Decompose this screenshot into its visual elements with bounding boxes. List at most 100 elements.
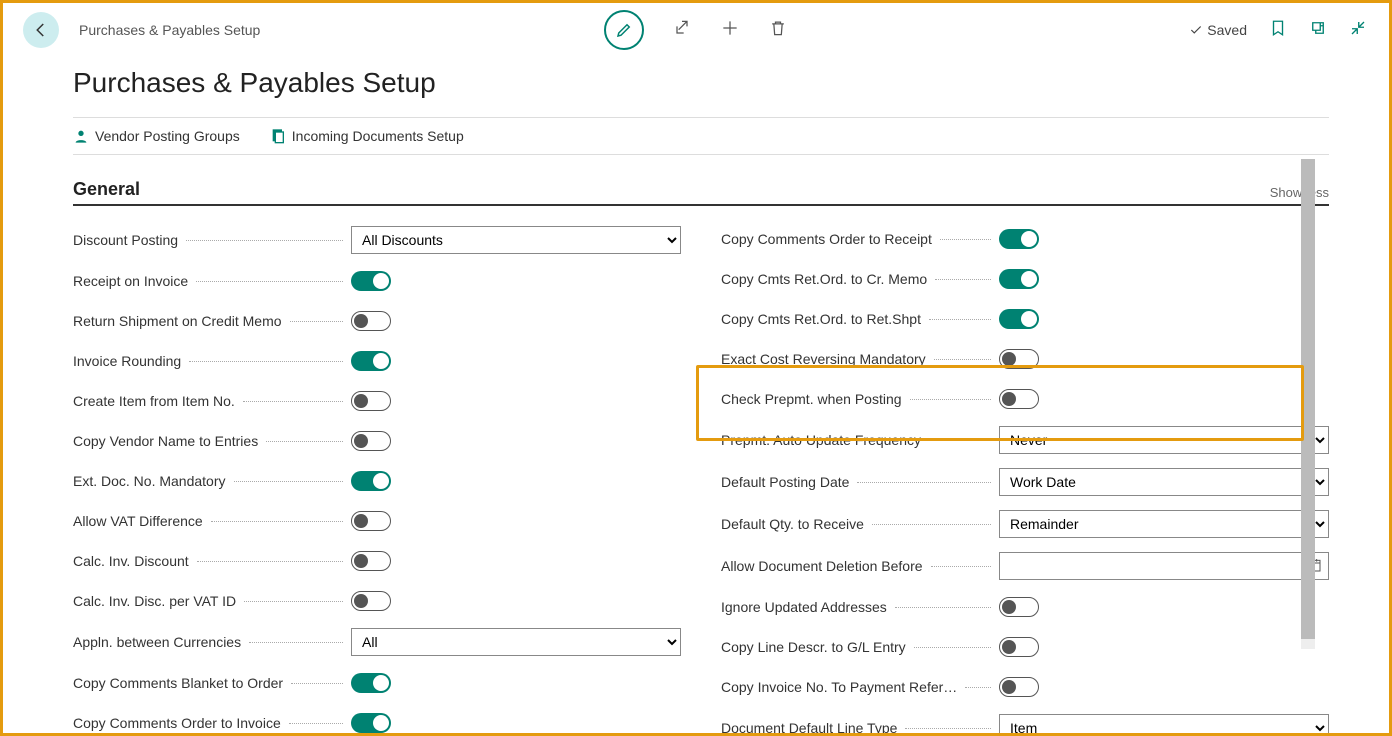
field-label: Allow Document Deletion Before — [721, 558, 923, 574]
copy-comments-blanket-toggle[interactable] — [351, 673, 391, 693]
field-appln-currencies: Appln. between Currencies All — [73, 628, 681, 656]
page-title: Purchases & Payables Setup — [73, 67, 1329, 99]
edit-button[interactable] — [604, 10, 644, 50]
create-item-from-no-toggle[interactable] — [351, 391, 391, 411]
field-label: Allow VAT Difference — [73, 513, 203, 529]
default-qty-receive-select[interactable]: Remainder — [999, 510, 1329, 538]
scrollbar-thumb[interactable] — [1301, 159, 1315, 639]
right-actions: Saved — [1189, 19, 1367, 42]
share-icon[interactable] — [672, 18, 692, 43]
dots — [965, 687, 991, 688]
back-button[interactable] — [23, 12, 59, 48]
dots — [291, 683, 343, 684]
allow-vat-diff-toggle[interactable] — [351, 511, 391, 531]
dots — [905, 728, 991, 729]
dots — [935, 279, 991, 280]
dots — [244, 601, 343, 602]
saved-status-text: Saved — [1207, 22, 1247, 38]
copy-invoice-no-toggle[interactable] — [999, 677, 1039, 697]
field-label: Exact Cost Reversing Mandatory — [721, 351, 926, 367]
field-calc-inv-disc-vat: Calc. Inv. Disc. per VAT ID — [73, 588, 681, 614]
field-receipt-on-invoice: Receipt on Invoice — [73, 268, 681, 294]
field-label: Ext. Doc. No. Mandatory — [73, 473, 226, 489]
dots — [197, 561, 343, 562]
delete-icon[interactable] — [768, 18, 788, 43]
field-label: Invoice Rounding — [73, 353, 181, 369]
field-label: Calc. Inv. Disc. per VAT ID — [73, 593, 236, 609]
collapse-icon[interactable] — [1349, 19, 1367, 42]
action-links-row: Vendor Posting Groups Incoming Documents… — [73, 117, 1329, 155]
link-label: Incoming Documents Setup — [292, 128, 464, 144]
add-icon[interactable] — [720, 18, 740, 43]
incoming-docs-setup-link[interactable]: Incoming Documents Setup — [270, 128, 464, 144]
dots — [910, 399, 991, 400]
field-invoice-rounding: Invoice Rounding — [73, 348, 681, 374]
default-posting-date-select[interactable]: Work Date — [999, 468, 1329, 496]
dots — [929, 440, 991, 441]
receipt-on-invoice-toggle[interactable] — [351, 271, 391, 291]
dots — [289, 723, 343, 724]
field-label: Copy Comments Order to Invoice — [73, 715, 281, 731]
ignore-updated-addr-toggle[interactable] — [999, 597, 1039, 617]
link-label: Vendor Posting Groups — [95, 128, 240, 144]
field-label: Copy Cmts Ret.Ord. to Ret.Shpt — [721, 311, 921, 327]
content-area: Purchases & Payables Setup Vendor Postin… — [3, 57, 1389, 733]
check-prepmt-toggle[interactable] — [999, 389, 1039, 409]
section-title: General — [73, 179, 140, 200]
field-check-prepmt: Check Prepmt. when Posting — [721, 386, 1329, 412]
appln-currencies-select[interactable]: All — [351, 628, 681, 656]
popout-icon[interactable] — [1309, 19, 1327, 42]
copy-comments-order-invoice-toggle[interactable] — [351, 713, 391, 733]
discount-posting-select[interactable]: All Discounts — [351, 226, 681, 254]
bookmark-icon[interactable] — [1269, 19, 1287, 42]
copy-cmts-ret-credit-toggle[interactable] — [999, 269, 1039, 289]
doc-default-line-type-select[interactable]: Item — [999, 714, 1329, 733]
dots — [186, 240, 343, 241]
prepmt-auto-update-select[interactable]: Never — [999, 426, 1329, 454]
dots — [290, 321, 343, 322]
field-copy-invoice-no: Copy Invoice No. To Payment Refer… — [721, 674, 1329, 700]
field-prepmt-auto-update: Prepmt. Auto Update Frequency Never — [721, 426, 1329, 454]
invoice-rounding-toggle[interactable] — [351, 351, 391, 371]
field-label: Prepmt. Auto Update Frequency — [721, 432, 921, 448]
field-copy-vendor-name: Copy Vendor Name to Entries — [73, 428, 681, 454]
field-calc-inv-discount: Calc. Inv. Discount — [73, 548, 681, 574]
field-label: Copy Line Descr. to G/L Entry — [721, 639, 906, 655]
scrollbar[interactable] — [1301, 159, 1315, 649]
allow-doc-deletion-input[interactable] — [999, 552, 1329, 580]
field-label: Copy Invoice No. To Payment Refer… — [721, 679, 957, 695]
field-label: Calc. Inv. Discount — [73, 553, 189, 569]
center-actions — [604, 10, 788, 50]
field-discount-posting: Discount Posting All Discounts — [73, 226, 681, 254]
calc-inv-discount-toggle[interactable] — [351, 551, 391, 571]
calc-inv-disc-vat-toggle[interactable] — [351, 591, 391, 611]
show-less-link[interactable]: Show less — [1270, 185, 1329, 200]
field-label: Copy Cmts Ret.Ord. to Cr. Memo — [721, 271, 927, 287]
field-label: Check Prepmt. when Posting — [721, 391, 902, 407]
return-shipment-credit-toggle[interactable] — [351, 311, 391, 331]
copy-cmts-ret-shpt-toggle[interactable] — [999, 309, 1039, 329]
copy-comments-order-receipt-toggle[interactable] — [999, 229, 1039, 249]
right-column: Copy Comments Order to Receipt Copy Cmts… — [721, 226, 1329, 733]
field-copy-comments-order-receipt: Copy Comments Order to Receipt — [721, 226, 1329, 252]
dots — [243, 401, 343, 402]
field-label: Copy Comments Order to Receipt — [721, 231, 932, 247]
breadcrumb: Purchases & Payables Setup — [79, 22, 260, 38]
dots — [234, 481, 343, 482]
field-copy-comments-blanket: Copy Comments Blanket to Order — [73, 670, 681, 696]
dots — [189, 361, 343, 362]
dots — [872, 524, 991, 525]
field-label: Return Shipment on Credit Memo — [73, 313, 282, 329]
field-ignore-updated-addr: Ignore Updated Addresses — [721, 594, 1329, 620]
ext-doc-no-toggle[interactable] — [351, 471, 391, 491]
field-label: Copy Comments Blanket to Order — [73, 675, 283, 691]
dots — [266, 441, 343, 442]
copy-vendor-name-toggle[interactable] — [351, 431, 391, 451]
dots — [249, 642, 343, 643]
vendor-posting-groups-link[interactable]: Vendor Posting Groups — [73, 128, 240, 144]
field-label: Create Item from Item No. — [73, 393, 235, 409]
field-label: Default Posting Date — [721, 474, 849, 490]
dots — [211, 521, 343, 522]
exact-cost-reversing-toggle[interactable] — [999, 349, 1039, 369]
copy-line-descr-toggle[interactable] — [999, 637, 1039, 657]
